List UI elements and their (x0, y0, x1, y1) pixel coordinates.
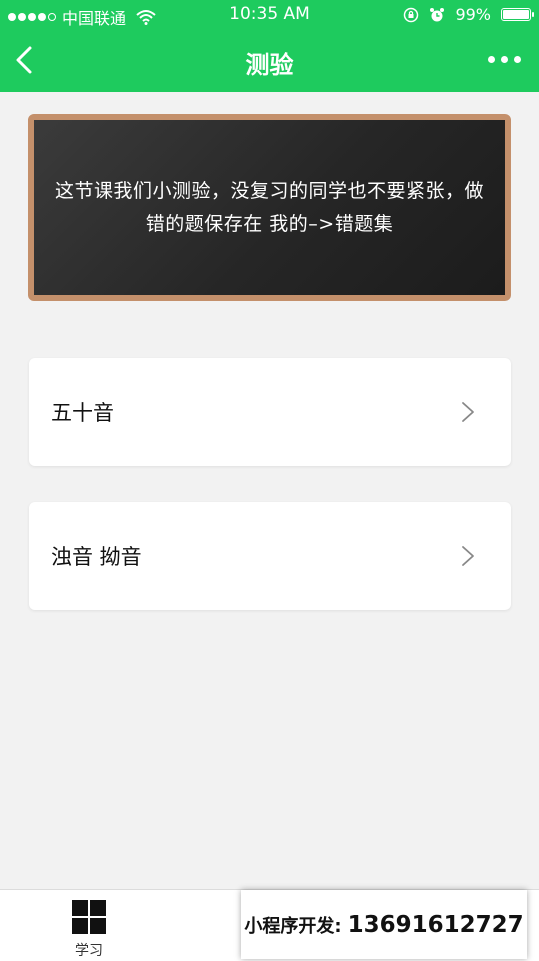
battery-icon (501, 8, 534, 21)
rotation-lock-icon (404, 7, 419, 22)
blackboard-message: 这节课我们小测验，没复习的同学也不要紧张，做错的题保存在 我的–>错题集 (54, 179, 484, 235)
tab-label: 学习 (75, 943, 103, 959)
tab-study[interactable]: 学习 (58, 900, 120, 960)
grid-icon (72, 900, 106, 934)
page-title: 测验 (245, 51, 294, 79)
navigation-bar: 测验 (0, 30, 539, 92)
quiz-item-dakuon-yoon[interactable]: 浊音 拗音 (29, 502, 511, 610)
promo-phone: 13691612727 (347, 911, 524, 938)
alarm-clock-icon (430, 7, 445, 21)
status-right: 99% (403, 5, 534, 24)
quiz-item-gojuon[interactable]: 五十音 (29, 358, 511, 466)
chevron-right-icon (462, 546, 474, 566)
promo-banner: 小程序开发: 13691612727 (241, 890, 527, 959)
more-dots-icon[interactable] (488, 56, 521, 63)
chevron-right-icon (462, 402, 474, 422)
quiz-item-label: 浊音 拗音 (51, 545, 142, 569)
battery-fill (503, 10, 529, 19)
quiz-item-label: 五十音 (51, 401, 114, 425)
promo-label: 小程序开发: (244, 915, 342, 937)
status-bar: 中国联通 10:35 AM 99% (0, 0, 539, 30)
blackboard-notice: 这节课我们小测验，没复习的同学也不要紧张，做错的题保存在 我的–>错题集 (28, 114, 511, 301)
battery-percent: 99% (455, 5, 491, 24)
